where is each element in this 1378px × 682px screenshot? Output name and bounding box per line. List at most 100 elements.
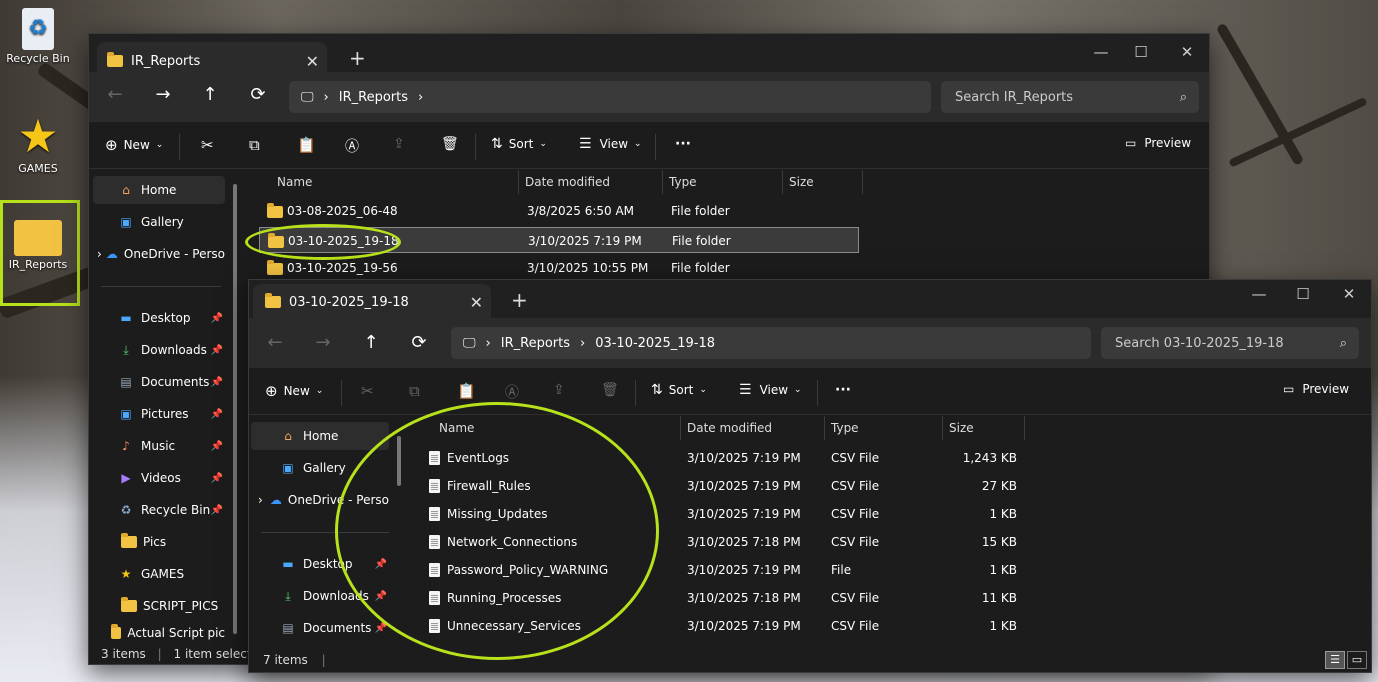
close-tab-icon[interactable]: ✕ [470, 293, 483, 312]
up-button[interactable]: ↑ [355, 332, 387, 353]
sidebar-item-games[interactable]: ★ GAMES [93, 560, 225, 588]
new-tab-button[interactable]: + [349, 46, 366, 70]
share-button[interactable]: ⇪ [553, 382, 565, 398]
search-input[interactable]: Search 03-10-2025_19-18 ⌕ [1101, 327, 1359, 359]
new-tab-button[interactable]: + [511, 288, 528, 312]
delete-button[interactable]: 🗑 [601, 382, 619, 398]
desktop-ir-reports[interactable]: IR_Reports [2, 220, 74, 271]
sidebar-item-script-pics[interactable]: SCRIPT_PICS [93, 592, 225, 620]
refresh-button[interactable]: ⟳ [242, 84, 274, 105]
sidebar-item-desktop[interactable]: ▬ Desktop 📌 [93, 304, 225, 332]
view-button[interactable]: ☰ View ⌄ [579, 136, 642, 152]
more-options-button[interactable]: ··· [835, 382, 851, 398]
breadcrumb-ir-reports[interactable]: IR_Reports [501, 336, 570, 351]
paste-button[interactable]: 📋 [297, 136, 316, 154]
sort-button[interactable]: ⇅ Sort ⌄ [491, 136, 547, 152]
column-header-name[interactable]: Name [271, 170, 519, 194]
copy-button[interactable]: ⧉ [249, 136, 260, 154]
column-header-size[interactable]: Size [943, 416, 1025, 440]
cut-button[interactable]: ✂ [201, 136, 214, 154]
new-button[interactable]: ⊕ New ⌄ [265, 382, 323, 400]
search-input[interactable]: Search IR_Reports ⌕ [941, 81, 1199, 113]
more-options-button[interactable]: ··· [675, 136, 691, 152]
preview-button[interactable]: ▭ Preview [1125, 136, 1191, 150]
sidebar-item-home[interactable]: ⌂ Home [251, 422, 389, 450]
music-icon: ♪ [122, 439, 130, 453]
rename-button[interactable]: Ⓐ [505, 382, 519, 402]
close-window-button[interactable]: ✕ [1167, 34, 1207, 70]
address-bar[interactable]: 🖵 › IR_Reports › 03-10-2025_19-18 [451, 327, 1091, 359]
home-icon: ⌂ [284, 429, 292, 443]
column-header-date[interactable]: Date modified [519, 170, 663, 194]
sidebar-item-onedrive[interactable]: › ☁ OneDrive - Perso [93, 240, 225, 268]
forward-button[interactable]: → [147, 84, 179, 105]
desktop-games[interactable]: ★ GAMES [2, 112, 74, 175]
paste-button[interactable]: 📋 [457, 382, 476, 400]
chevron-right-icon[interactable]: › [418, 90, 423, 105]
tab-03-10-2025-19-18[interactable]: 03-10-2025_19-18 ✕ [253, 284, 491, 320]
sidebar-item-recycle-bin[interactable]: ♻ Recycle Bin 📌 [93, 496, 225, 524]
maximize-button[interactable]: ☐ [1121, 34, 1161, 70]
column-header-type[interactable]: Type [825, 416, 943, 440]
pin-icon: 📌 [210, 312, 223, 324]
column-header-size[interactable]: Size [783, 170, 863, 194]
sidebar-item-gallery[interactable]: ▣ Gallery [93, 208, 225, 236]
row-size: 1 KB [989, 563, 1017, 577]
chevron-right-icon[interactable]: › [251, 493, 270, 507]
pin-icon: 📌 [210, 408, 223, 420]
sidebar-item-documents[interactable]: ▤ Documents 📌 [251, 614, 389, 642]
refresh-button[interactable]: ⟳ [403, 332, 435, 353]
row-date: 3/10/2025 7:19 PM [687, 479, 801, 493]
chevron-right-icon[interactable]: › [580, 336, 585, 351]
rename-icon: Ⓐ [505, 385, 519, 401]
desktop-recycle-bin[interactable]: ♻ Recycle Bin [2, 8, 74, 65]
sidebar-item-label: Downloads [141, 343, 207, 357]
new-button[interactable]: ⊕ New ⌄ [105, 136, 163, 154]
forward-button[interactable]: → [307, 332, 339, 353]
sidebar-item-label: Recycle Bin [141, 503, 211, 517]
details-view-icon[interactable]: ☰ [1325, 651, 1345, 669]
sidebar-item-actual-script-pic[interactable]: Actual Script pic [93, 622, 225, 644]
up-button[interactable]: ↑ [194, 84, 226, 105]
view-button[interactable]: ☰ View ⌄ [739, 382, 802, 398]
row-date: 3/10/2025 7:19 PM [687, 619, 801, 633]
delete-button[interactable]: 🗑 [441, 136, 459, 152]
folder-icon [267, 260, 283, 275]
sidebar-scrollbar[interactable] [233, 184, 237, 634]
table-row[interactable]: 03-08-2025_06-48 3/8/2025 6:50 AM File f… [259, 198, 859, 224]
minimize-button[interactable]: — [1239, 276, 1279, 312]
share-button[interactable]: ⇪ [393, 136, 405, 152]
command-bar: ⊕ New ⌄ ✂ ⧉ 📋 Ⓐ ⇪ 🗑 ⇅ Sort ⌄ ☰ View ⌄ ··· ▭ Pre… [249, 370, 1371, 415]
row-name: 03-10-2025_19-56 [287, 261, 398, 275]
chevron-down-icon: ⌄ [155, 140, 164, 150]
preview-pane-icon: ▭ [1283, 382, 1295, 396]
sidebar-item-pictures[interactable]: ▣ Pictures 📌 [93, 400, 225, 428]
search-placeholder: Search 03-10-2025_19-18 [1115, 335, 1284, 351]
rename-button[interactable]: Ⓐ [345, 136, 359, 156]
sidebar-item-downloads[interactable]: ⤓ Downloads 📌 [93, 336, 225, 364]
maximize-button[interactable]: ☐ [1283, 276, 1323, 312]
breadcrumb-current-folder[interactable]: 03-10-2025_19-18 [595, 336, 715, 351]
close-window-button[interactable]: ✕ [1329, 276, 1369, 312]
sidebar-item-videos[interactable]: ▶ Videos 📌 [93, 464, 225, 492]
sidebar-item-pics[interactable]: Pics [93, 528, 225, 556]
preview-button[interactable]: ▭ Preview [1283, 382, 1349, 396]
column-header-type[interactable]: Type [663, 170, 783, 194]
row-size: 1 KB [989, 619, 1017, 633]
sidebar-item-home[interactable]: ⌂ Home [93, 176, 225, 204]
minimize-button[interactable]: — [1081, 34, 1121, 70]
sidebar-item-label: OneDrive - Perso [123, 247, 225, 261]
chevron-right-icon[interactable]: › [93, 247, 106, 261]
back-button[interactable]: ← [259, 332, 291, 353]
cut-button[interactable]: ✂ [361, 382, 374, 400]
address-bar[interactable]: 🖵 › IR_Reports › [289, 81, 931, 113]
close-tab-icon[interactable]: ✕ [306, 52, 319, 71]
breadcrumb-ir-reports[interactable]: IR_Reports [339, 90, 408, 105]
tiles-view-icon[interactable]: ▭ [1347, 651, 1367, 669]
back-button[interactable]: ← [99, 84, 131, 105]
column-header-date[interactable]: Date modified [681, 416, 825, 440]
sidebar-item-documents[interactable]: ▤ Documents 📌 [93, 368, 225, 396]
copy-button[interactable]: ⧉ [409, 382, 420, 400]
sort-button[interactable]: ⇅ Sort ⌄ [651, 382, 707, 398]
sidebar-item-music[interactable]: ♪ Music 📌 [93, 432, 225, 460]
